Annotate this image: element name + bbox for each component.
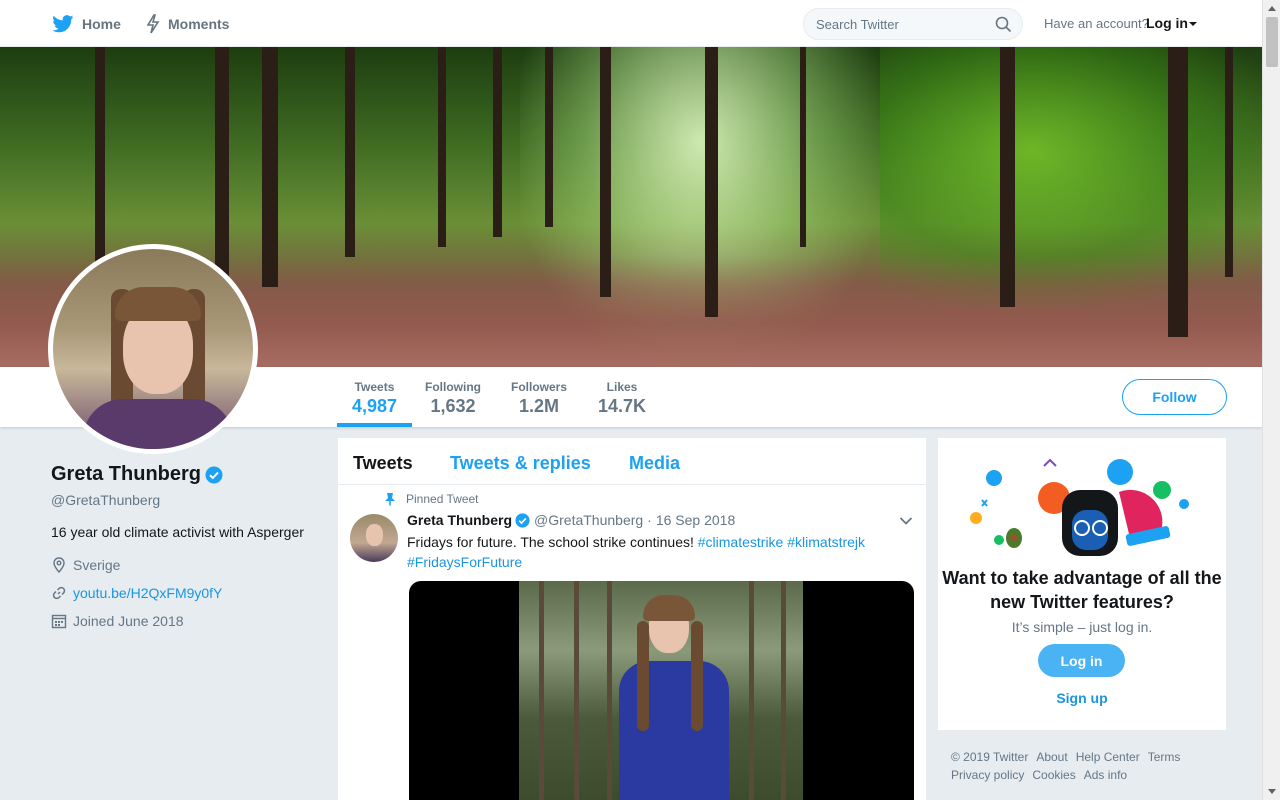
- footer-link-help-center[interactable]: Help Center: [1076, 750, 1140, 764]
- tweet-author-name[interactable]: Greta Thunberg: [407, 512, 512, 528]
- tweet-header: Greta Thunberg @GretaThunberg · 16 Sep 2…: [407, 512, 735, 528]
- tab-tweets-replies[interactable]: Tweets & replies: [450, 453, 591, 474]
- link-icon: [52, 586, 66, 600]
- stat-tweets[interactable]: Tweets 4,987: [337, 367, 412, 427]
- profile-location-text: Sverige: [73, 557, 121, 573]
- hashtag-link[interactable]: #climatestrike: [698, 534, 784, 550]
- stat-following-label: Following: [425, 380, 481, 394]
- footer-links: © 2019 Twitter About Help Center Terms Priv…: [951, 748, 1241, 784]
- tweet-media-video[interactable]: [409, 581, 914, 800]
- stat-likes[interactable]: Likes 14.7K: [594, 367, 650, 427]
- stat-tweets-value: 4,987: [351, 396, 398, 416]
- profile-handle[interactable]: @GretaThunberg: [51, 492, 160, 508]
- nav-home[interactable]: Home: [52, 0, 121, 47]
- pinned-tweet-label: Pinned Tweet: [406, 492, 479, 506]
- profile-avatar[interactable]: [48, 244, 258, 454]
- footer-link-terms[interactable]: Terms: [1148, 750, 1181, 764]
- profile-joined-text: Joined June 2018: [73, 613, 184, 629]
- promo-title: Want to take advantage of all the new Tw…: [942, 568, 1222, 612]
- search-box: [803, 8, 1023, 40]
- profile-bio: 16 year old climate activist with Asperg…: [51, 524, 304, 540]
- stat-likes-value: 14.7K: [597, 396, 647, 416]
- window-scrollbar[interactable]: [1262, 0, 1280, 800]
- lightning-icon: [146, 13, 160, 33]
- footer-link-ads-info[interactable]: Ads info: [1084, 768, 1127, 782]
- stat-following-value: 1,632: [430, 396, 476, 416]
- promo-login-button[interactable]: Log in: [1038, 644, 1125, 677]
- stat-followers-value: 1.2M: [518, 396, 560, 416]
- stat-followers[interactable]: Followers 1.2M: [505, 367, 573, 427]
- caret-down-icon[interactable]: [1189, 22, 1197, 26]
- hashtag-link[interactable]: #klimatstrejk: [787, 534, 865, 550]
- tweet-text: Fridays for future. The school strike co…: [407, 532, 907, 572]
- stat-likes-label: Likes: [606, 380, 638, 394]
- nav-moments-label: Moments: [168, 15, 230, 32]
- scroll-down-arrow-icon[interactable]: [1263, 783, 1280, 800]
- search-icon[interactable]: [995, 16, 1012, 33]
- follow-button[interactable]: Follow: [1122, 379, 1227, 415]
- login-promo-card: Want to take advantage of all the new Tw…: [938, 438, 1226, 730]
- profile-url: youtu.be/H2QxFM9y0fY: [51, 585, 222, 601]
- search-input[interactable]: [804, 9, 984, 39]
- calendar-icon: [51, 614, 67, 629]
- profile-name[interactable]: Greta Thunberg: [51, 463, 223, 486]
- login-dropdown[interactable]: Log in: [1146, 15, 1188, 31]
- scrollbar-thumb[interactable]: [1266, 17, 1278, 67]
- scroll-up-arrow-icon[interactable]: [1263, 0, 1280, 17]
- verified-badge-icon: [515, 512, 530, 528]
- profile-name-text: Greta Thunberg: [51, 463, 202, 485]
- tweet-date[interactable]: 16 Sep 2018: [656, 512, 735, 528]
- chevron-down-icon[interactable]: [899, 516, 913, 526]
- top-navigation-bar: Home Moments Have an account? Log in: [0, 0, 1262, 47]
- footer-link-cookies[interactable]: Cookies: [1032, 768, 1075, 782]
- nav-moments[interactable]: Moments: [146, 0, 229, 47]
- timeline-tabs: Tweets Tweets & replies Media: [338, 438, 926, 485]
- hashtag-link[interactable]: #FridaysForFuture: [407, 554, 522, 570]
- tweet-separator: ·: [647, 512, 652, 528]
- promo-signup-link[interactable]: Sign up: [938, 690, 1226, 706]
- profile-location: Sverige: [51, 557, 120, 573]
- profile-url-link[interactable]: youtu.be/H2QxFM9y0fY: [73, 585, 222, 601]
- tweet-text-body: Fridays for future. The school strike co…: [407, 534, 698, 550]
- twitter-bird-icon: [52, 14, 74, 32]
- promo-illustration: [970, 458, 1189, 556]
- tab-tweets[interactable]: Tweets: [353, 453, 413, 474]
- timeline: Tweets Tweets & replies Media Pinned Twe…: [338, 438, 926, 800]
- pinned-tweet-indicator: Pinned Tweet: [384, 492, 479, 506]
- footer-link-privacy[interactable]: Privacy policy: [951, 768, 1024, 782]
- have-account-text: Have an account?: [1044, 16, 1149, 31]
- tweet-author-handle[interactable]: @GretaThunberg: [534, 512, 643, 528]
- stat-following[interactable]: Following 1,632: [420, 367, 486, 427]
- footer-copyright: © 2019 Twitter: [951, 750, 1029, 764]
- stat-followers-label: Followers: [510, 380, 567, 394]
- pin-icon: [385, 493, 395, 506]
- profile-joined: Joined June 2018: [51, 613, 184, 629]
- promo-subtitle: It’s simple – just log in.: [1011, 619, 1153, 635]
- nav-home-label: Home: [82, 15, 121, 32]
- verified-badge-icon: [205, 466, 223, 483]
- location-pin-icon: [53, 557, 65, 573]
- footer-link-about[interactable]: About: [1036, 750, 1067, 764]
- stat-tweets-label: Tweets: [354, 380, 395, 394]
- tab-media[interactable]: Media: [629, 453, 680, 474]
- tweet-avatar[interactable]: [350, 514, 398, 562]
